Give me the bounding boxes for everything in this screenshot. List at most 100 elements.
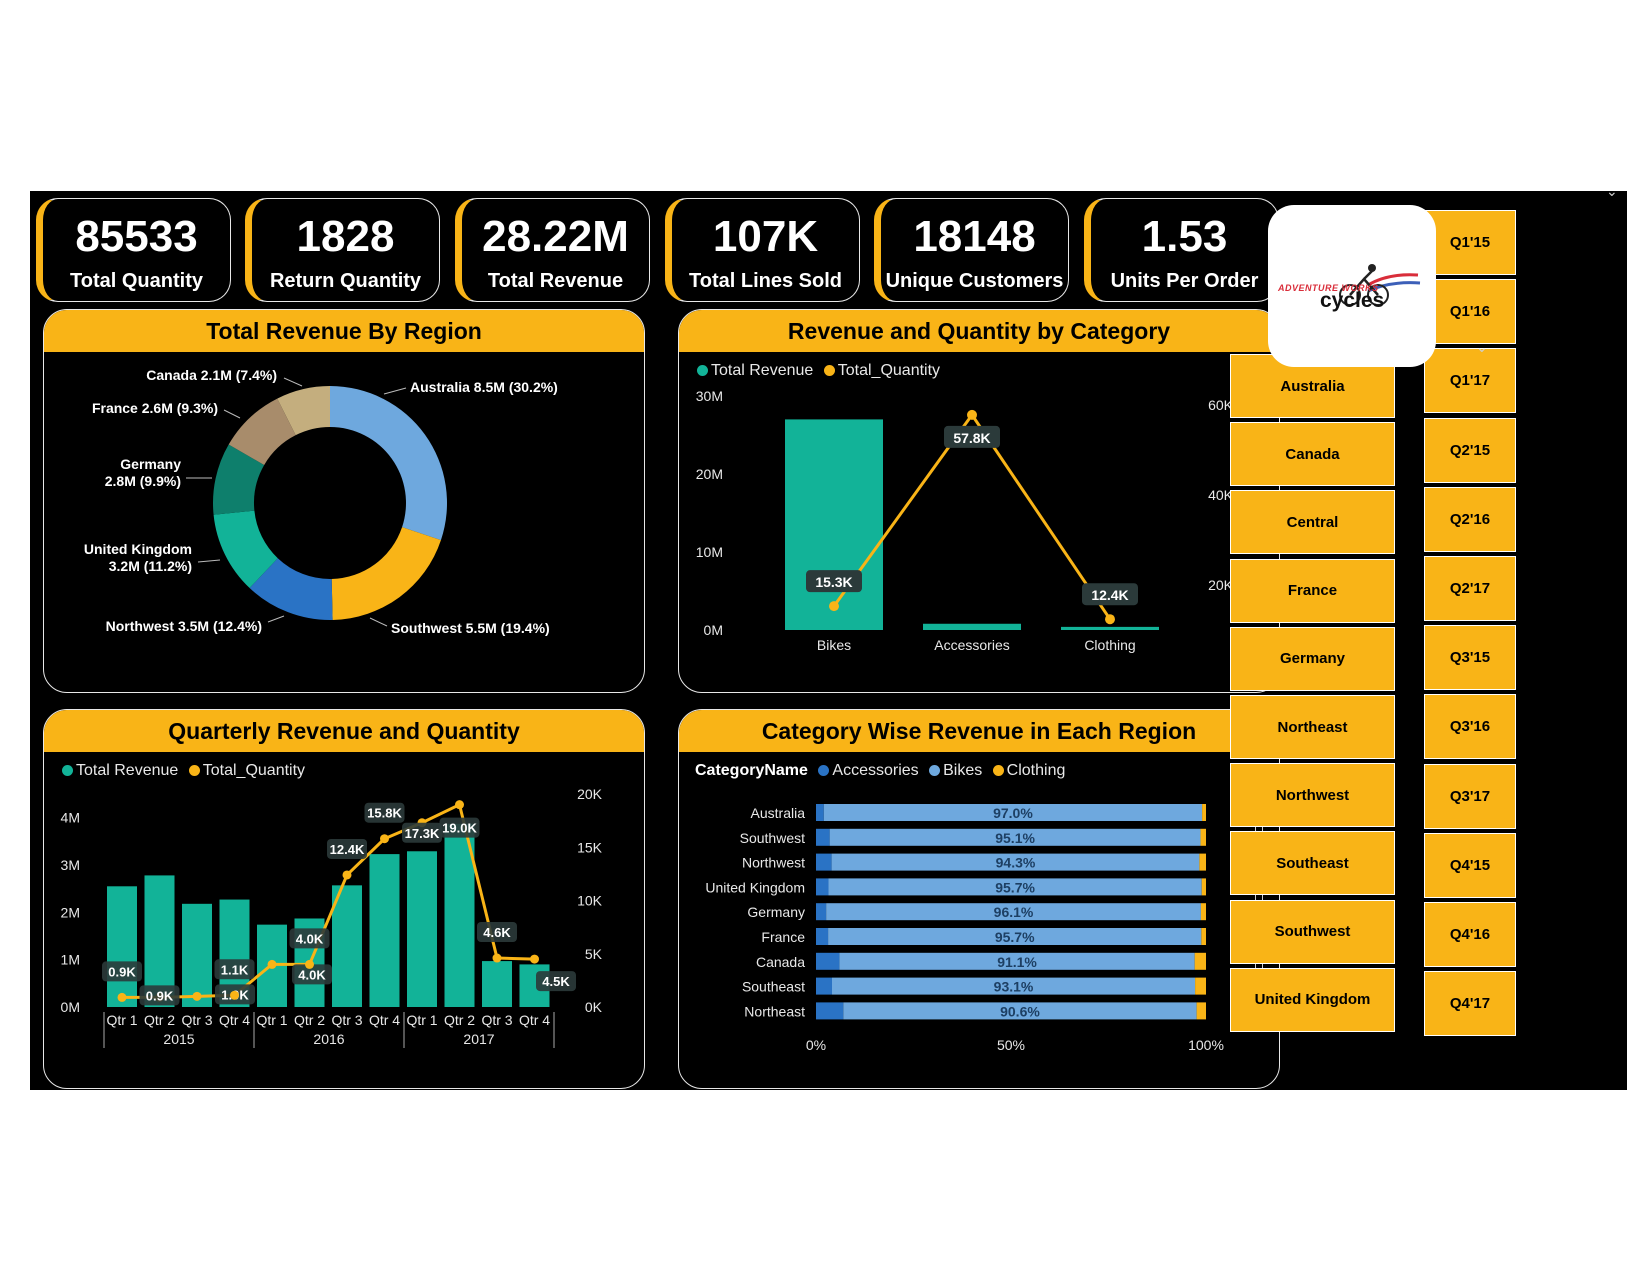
y2-axis-tick-label: 15K xyxy=(577,839,603,855)
slicer-item-quarter[interactable]: Q3'17 xyxy=(1424,763,1516,829)
kpi-total-quantity: 85533 Total Quantity xyxy=(36,198,231,302)
stacked-bar-chart: Australia 97.0% Southwest 95.1% Northwest 94.… xyxy=(705,804,1224,1053)
kpi-value: 18148 xyxy=(913,212,1036,261)
slicer-item-quarter[interactable]: Q3'16 xyxy=(1424,694,1516,760)
quantity-point xyxy=(829,601,839,612)
slicer-item-quarter[interactable]: Q4'15 xyxy=(1424,832,1516,898)
slicer-item-region[interactable]: Canada xyxy=(1230,422,1395,487)
stacked-bar-segment xyxy=(1200,828,1206,846)
x-axis-tick-label: Qtr 3 xyxy=(331,1012,362,1028)
quantity-point xyxy=(380,834,389,844)
x-axis-tick-label: Bikes xyxy=(817,637,851,653)
slicer-item-quarter[interactable]: Q1'16 xyxy=(1424,279,1516,345)
slicer-item-region[interactable]: Germany xyxy=(1230,626,1395,691)
kpi-value: 85533 xyxy=(75,212,198,261)
y-axis-tick-label: Canada xyxy=(756,954,805,970)
kpi-label: Return Quantity xyxy=(269,270,422,292)
quantity-point xyxy=(1105,614,1115,625)
y2-axis-tick-label: 5K xyxy=(585,946,603,962)
stacked-bar-segment xyxy=(1194,952,1206,970)
donut-data-label: 3.2M (11.2%) xyxy=(109,558,192,574)
quantity-data-label: 12.4K xyxy=(1091,587,1128,603)
y-axis-tick-label: 0M xyxy=(704,622,723,638)
stacked-bar-segment xyxy=(1196,1002,1206,1020)
slicer-item-quarter[interactable]: Q2'16 xyxy=(1424,486,1516,552)
y2-axis-tick-label: 10K xyxy=(577,893,603,909)
x-axis-tick-label: 0% xyxy=(806,1037,826,1053)
bar-data-label: 95.7% xyxy=(995,929,1035,945)
kpi-value: 28.22M xyxy=(482,212,629,261)
y-axis-tick-label: Germany xyxy=(747,904,805,920)
donut-leader-line xyxy=(283,377,303,387)
slicer-item-quarter[interactable]: Q3'15 xyxy=(1424,625,1516,691)
logo-text-bottom: cycles xyxy=(1320,289,1385,312)
quantity-point xyxy=(192,991,202,1001)
y-axis-tick-label: France xyxy=(761,929,805,945)
kpi-label: Total Quantity xyxy=(70,270,203,292)
slicer-item-quarter[interactable]: Q2'17 xyxy=(1424,556,1516,621)
slicer-item-region[interactable]: France xyxy=(1230,558,1395,623)
kpi-value: 1.53 xyxy=(1141,212,1228,261)
slicer-item-region[interactable]: Northeast xyxy=(1230,695,1395,759)
slicer-item-region[interactable]: United Kingdom xyxy=(1230,967,1395,1032)
y-axis-tick-label: 2M xyxy=(61,904,80,920)
revenue-bar xyxy=(923,623,1021,630)
stacked-bar-segment xyxy=(816,928,829,945)
kpi-label: Unique Customers xyxy=(885,270,1064,292)
slicer-item-region[interactable]: Southeast xyxy=(1230,831,1395,896)
bar-data-label: 95.1% xyxy=(995,830,1035,846)
stacked-bar-segment xyxy=(1199,853,1206,871)
x-axis-group-label: 2016 xyxy=(313,1031,344,1047)
stacked-bar-segment xyxy=(816,853,832,871)
quantity-data-label: 57.8K xyxy=(953,430,990,446)
quantity-data-label: 15.8K xyxy=(367,806,402,821)
chevron-down-icon[interactable]: ⌄ xyxy=(1606,183,1618,200)
slicer-item-region[interactable]: Southwest xyxy=(1230,899,1395,964)
slicer-item-region[interactable]: Northwest xyxy=(1230,763,1395,828)
category-combo-chart: 0M10M20M30M20K40K60KBikes Accessories Clot… xyxy=(696,388,1234,653)
stacked-bar-segment xyxy=(816,1002,844,1020)
quantity-data-label: 4.5K xyxy=(542,974,570,989)
y-axis-tick-label: 4M xyxy=(61,810,80,826)
donut-data-label: France 2.6M (9.3%) xyxy=(92,400,218,416)
quantity-data-label: 1.1K xyxy=(221,962,249,977)
quantity-data-label: 4.6K xyxy=(483,925,511,940)
slicer-item-quarter[interactable]: Q4'16 xyxy=(1424,902,1516,967)
bar-data-label: 96.1% xyxy=(994,904,1034,920)
revenue-bar xyxy=(182,903,212,1007)
slicer-item-quarter[interactable]: Q1'17 xyxy=(1424,348,1516,414)
kpi-label: Total Lines Sold xyxy=(689,270,842,292)
quantity-point xyxy=(342,870,352,880)
revenue-bar xyxy=(1061,626,1159,630)
y2-axis-tick-label: 0K xyxy=(585,999,603,1015)
y-axis-tick-label: 3M xyxy=(61,857,80,873)
donut-data-label: Germany xyxy=(120,456,181,472)
x-axis-group-label: 2017 xyxy=(463,1031,494,1047)
x-axis-tick-label: 100% xyxy=(1188,1037,1224,1053)
x-axis-tick-label: Qtr 2 xyxy=(444,1012,475,1028)
y-axis-tick-label: Australia xyxy=(751,805,806,821)
stacked-bar-segment xyxy=(1200,903,1206,921)
kpi-total-lines-sold: 107K Total Lines Sold xyxy=(665,198,860,302)
quantity-point xyxy=(967,409,977,420)
slicer-item-quarter[interactable]: Q4'17 xyxy=(1424,971,1516,1037)
stacked-bar-segment xyxy=(816,804,824,821)
chevron-down-icon[interactable]: ⌄ xyxy=(1476,339,1488,356)
stacked-bar-segment xyxy=(1201,928,1206,945)
slicer-item-region[interactable]: Central xyxy=(1230,490,1395,555)
donut-data-label: Southwest 5.5M (19.4%) xyxy=(391,620,550,636)
slicer-item-quarter[interactable]: Q1'15 xyxy=(1424,210,1516,275)
quantity-data-label: 4.0K xyxy=(298,967,326,982)
quantity-point xyxy=(530,954,539,964)
quantity-data-label: 19.0K xyxy=(442,821,477,836)
stacked-bar-segment xyxy=(816,828,830,846)
quantity-point xyxy=(455,800,464,810)
region-donut-chart: Australia 8.5M (30.2%) Southwest 5.5M (19… xyxy=(84,367,558,636)
y-axis-tick-label: Northeast xyxy=(744,1003,805,1019)
revenue-bar xyxy=(107,886,137,1007)
stacked-bar-segment xyxy=(816,878,829,896)
donut-data-label: 2.8M (9.9%) xyxy=(105,473,181,489)
bar-data-label: 94.3% xyxy=(996,855,1036,871)
slicer-item-quarter[interactable]: Q2'15 xyxy=(1424,417,1516,483)
revenue-bar xyxy=(785,419,883,630)
